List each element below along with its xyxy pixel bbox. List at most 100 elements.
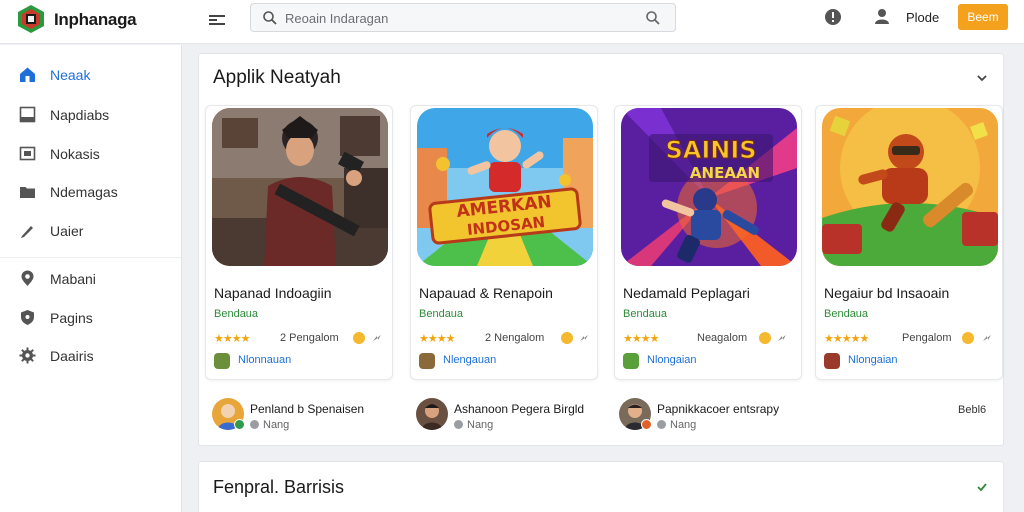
search-submit-icon[interactable] <box>645 10 661 26</box>
app-title: Negaiur bd Insaoain <box>824 285 950 301</box>
developer-avatar <box>419 353 435 369</box>
top-bar: Inphanaga Plode Beem <box>0 0 1024 44</box>
app-category: Bendaua <box>623 308 668 320</box>
developer-name[interactable]: Nlongaian <box>848 354 898 366</box>
folder-icon <box>20 187 35 198</box>
app-artwork: AMERKAN INDOSAN <box>417 108 593 266</box>
sidebar-item-label: Ndemagas <box>50 184 118 200</box>
share-icon[interactable] <box>982 333 992 343</box>
user-icon[interactable] <box>873 7 891 25</box>
app-category: Bendaua <box>419 308 464 320</box>
review-item[interactable]: Ashanoon Pegera Birgld Nang <box>416 398 606 434</box>
app-artwork <box>822 108 998 266</box>
sidebar-item-label: Mabani <box>50 271 96 287</box>
chevron-down-icon[interactable] <box>975 71 989 85</box>
emoji-icon <box>962 332 974 344</box>
sidebar-item-edit[interactable]: Uaier <box>0 213 182 247</box>
online-badge <box>234 419 245 430</box>
share-icon[interactable] <box>777 333 787 343</box>
reviewer-name: Ashanoon Pegera Birgld <box>454 402 585 416</box>
share-icon[interactable] <box>579 333 589 343</box>
status-dot <box>454 420 463 429</box>
image-icon <box>19 146 36 161</box>
sidebar-item-label: Neaak <box>50 67 91 83</box>
search-icon <box>263 11 277 25</box>
section-title: Fenpral. Barrisis <box>213 477 345 497</box>
app-card[interactable]: AMERKAN INDOSAN Napauad & Renapoin Benda… <box>410 105 598 380</box>
sidebar-item-label: Uaier <box>50 223 84 239</box>
sidebar-item-folders[interactable]: Ndemagas <box>0 174 182 208</box>
online-badge <box>641 419 652 430</box>
review-meta-text: Nang <box>467 419 494 431</box>
art-text-line2: ANEAAN <box>690 164 760 182</box>
sidebar-item-settings[interactable]: Daairis <box>0 338 182 372</box>
search-input[interactable] <box>285 8 625 28</box>
emoji-icon <box>561 332 573 344</box>
art-text-line1: SAINIS <box>665 136 756 164</box>
sidebar-item-images[interactable]: Nokasis <box>0 136 182 170</box>
reviewer-name: Penland b Spenaisen <box>250 402 365 416</box>
location-icon <box>21 270 34 286</box>
rating-row: ★★★★★ Pengalom <box>824 332 1000 346</box>
sidebar-item-label: Pagins <box>50 310 93 326</box>
section-title: Applik Neatyah <box>213 67 341 88</box>
apps-icon <box>19 106 36 123</box>
developer-name[interactable]: Nlengauan <box>443 354 496 366</box>
sidebar-item-apps[interactable]: Napdiabs <box>0 97 182 131</box>
rating-text: Neagalom <box>697 332 748 344</box>
share-icon[interactable] <box>372 333 382 343</box>
search-bar <box>250 3 676 32</box>
review-meta: Nang <box>657 419 696 431</box>
rating-row: ★★★★ Neagalom <box>623 332 799 346</box>
review-meta: Nang <box>250 419 289 431</box>
menu-icon[interactable] <box>208 12 226 28</box>
emoji-icon <box>353 332 365 344</box>
developer-avatar <box>214 353 230 369</box>
sidebar-divider <box>0 257 181 258</box>
app-category: Bendaua <box>214 308 259 320</box>
developer-avatar <box>623 353 639 369</box>
pencil-icon <box>21 226 33 238</box>
reviewer-avatar <box>416 398 448 430</box>
sidebar-item-location[interactable]: Mabani <box>0 261 182 295</box>
emoji-icon <box>759 332 771 344</box>
app-title: Nedamald Peplagari <box>623 285 750 301</box>
app-category: Bendaua <box>824 308 869 320</box>
sports-game-art <box>822 108 998 266</box>
cta-button[interactable]: Beem <box>958 4 1008 30</box>
developer-avatar <box>824 353 840 369</box>
sidebar-item-label: Napdiabs <box>50 107 110 123</box>
runner-game-art: AMERKAN INDOSAN <box>417 108 593 266</box>
sidebar-item-label: Daairis <box>50 348 94 364</box>
app-card[interactable]: Negaiur bd Insaoain Bendaua ★★★★★ Pengal… <box>815 105 1003 380</box>
home-icon <box>20 67 35 82</box>
rating-text: 2 Nengalom <box>485 332 545 344</box>
developer-name[interactable]: Nlonnauan <box>238 354 291 366</box>
review-item[interactable]: Penland b Spenaisen Nang <box>212 398 402 434</box>
logo-icon[interactable] <box>16 4 46 34</box>
sidebar-item-security[interactable]: Pagins <box>0 300 182 334</box>
status-dot <box>250 420 259 429</box>
app-card[interactable]: SAINIS ANEAAN Nedamald Peplagari Bendaua… <box>614 105 802 380</box>
app-title: Napanad Indoagiin <box>214 285 332 301</box>
help-icon[interactable] <box>824 8 842 26</box>
star-rating: ★★★★★ <box>824 333 869 345</box>
star-rating: ★★★★ <box>419 333 455 345</box>
sidebar-item-home[interactable]: Neaak <box>0 57 182 91</box>
star-rating: ★★★★ <box>214 333 250 345</box>
gear-icon <box>19 347 36 364</box>
app-artwork <box>212 108 388 266</box>
check-icon[interactable] <box>975 480 989 494</box>
app-card[interactable]: Napanad Indoagiin Bendaua ★★★★ 2 Pengalo… <box>205 105 393 380</box>
developer-name[interactable]: Nlongaian <box>647 354 697 366</box>
more-link[interactable]: Bebl6 <box>958 404 986 416</box>
rating-text: 2 Pengalom <box>280 332 339 344</box>
app-title: Inphanaga <box>54 10 137 29</box>
user-name[interactable]: Plode <box>906 10 939 25</box>
rating-row: ★★★★ 2 Nengalom <box>419 332 595 346</box>
hero-game-art: SAINIS ANEAAN <box>621 108 797 266</box>
review-meta-text: Nang <box>670 419 697 431</box>
status-dot <box>657 420 666 429</box>
app-artwork: SAINIS ANEAAN <box>621 108 797 266</box>
review-item[interactable]: Papnikkacoer entsrapy Nang <box>619 398 819 434</box>
